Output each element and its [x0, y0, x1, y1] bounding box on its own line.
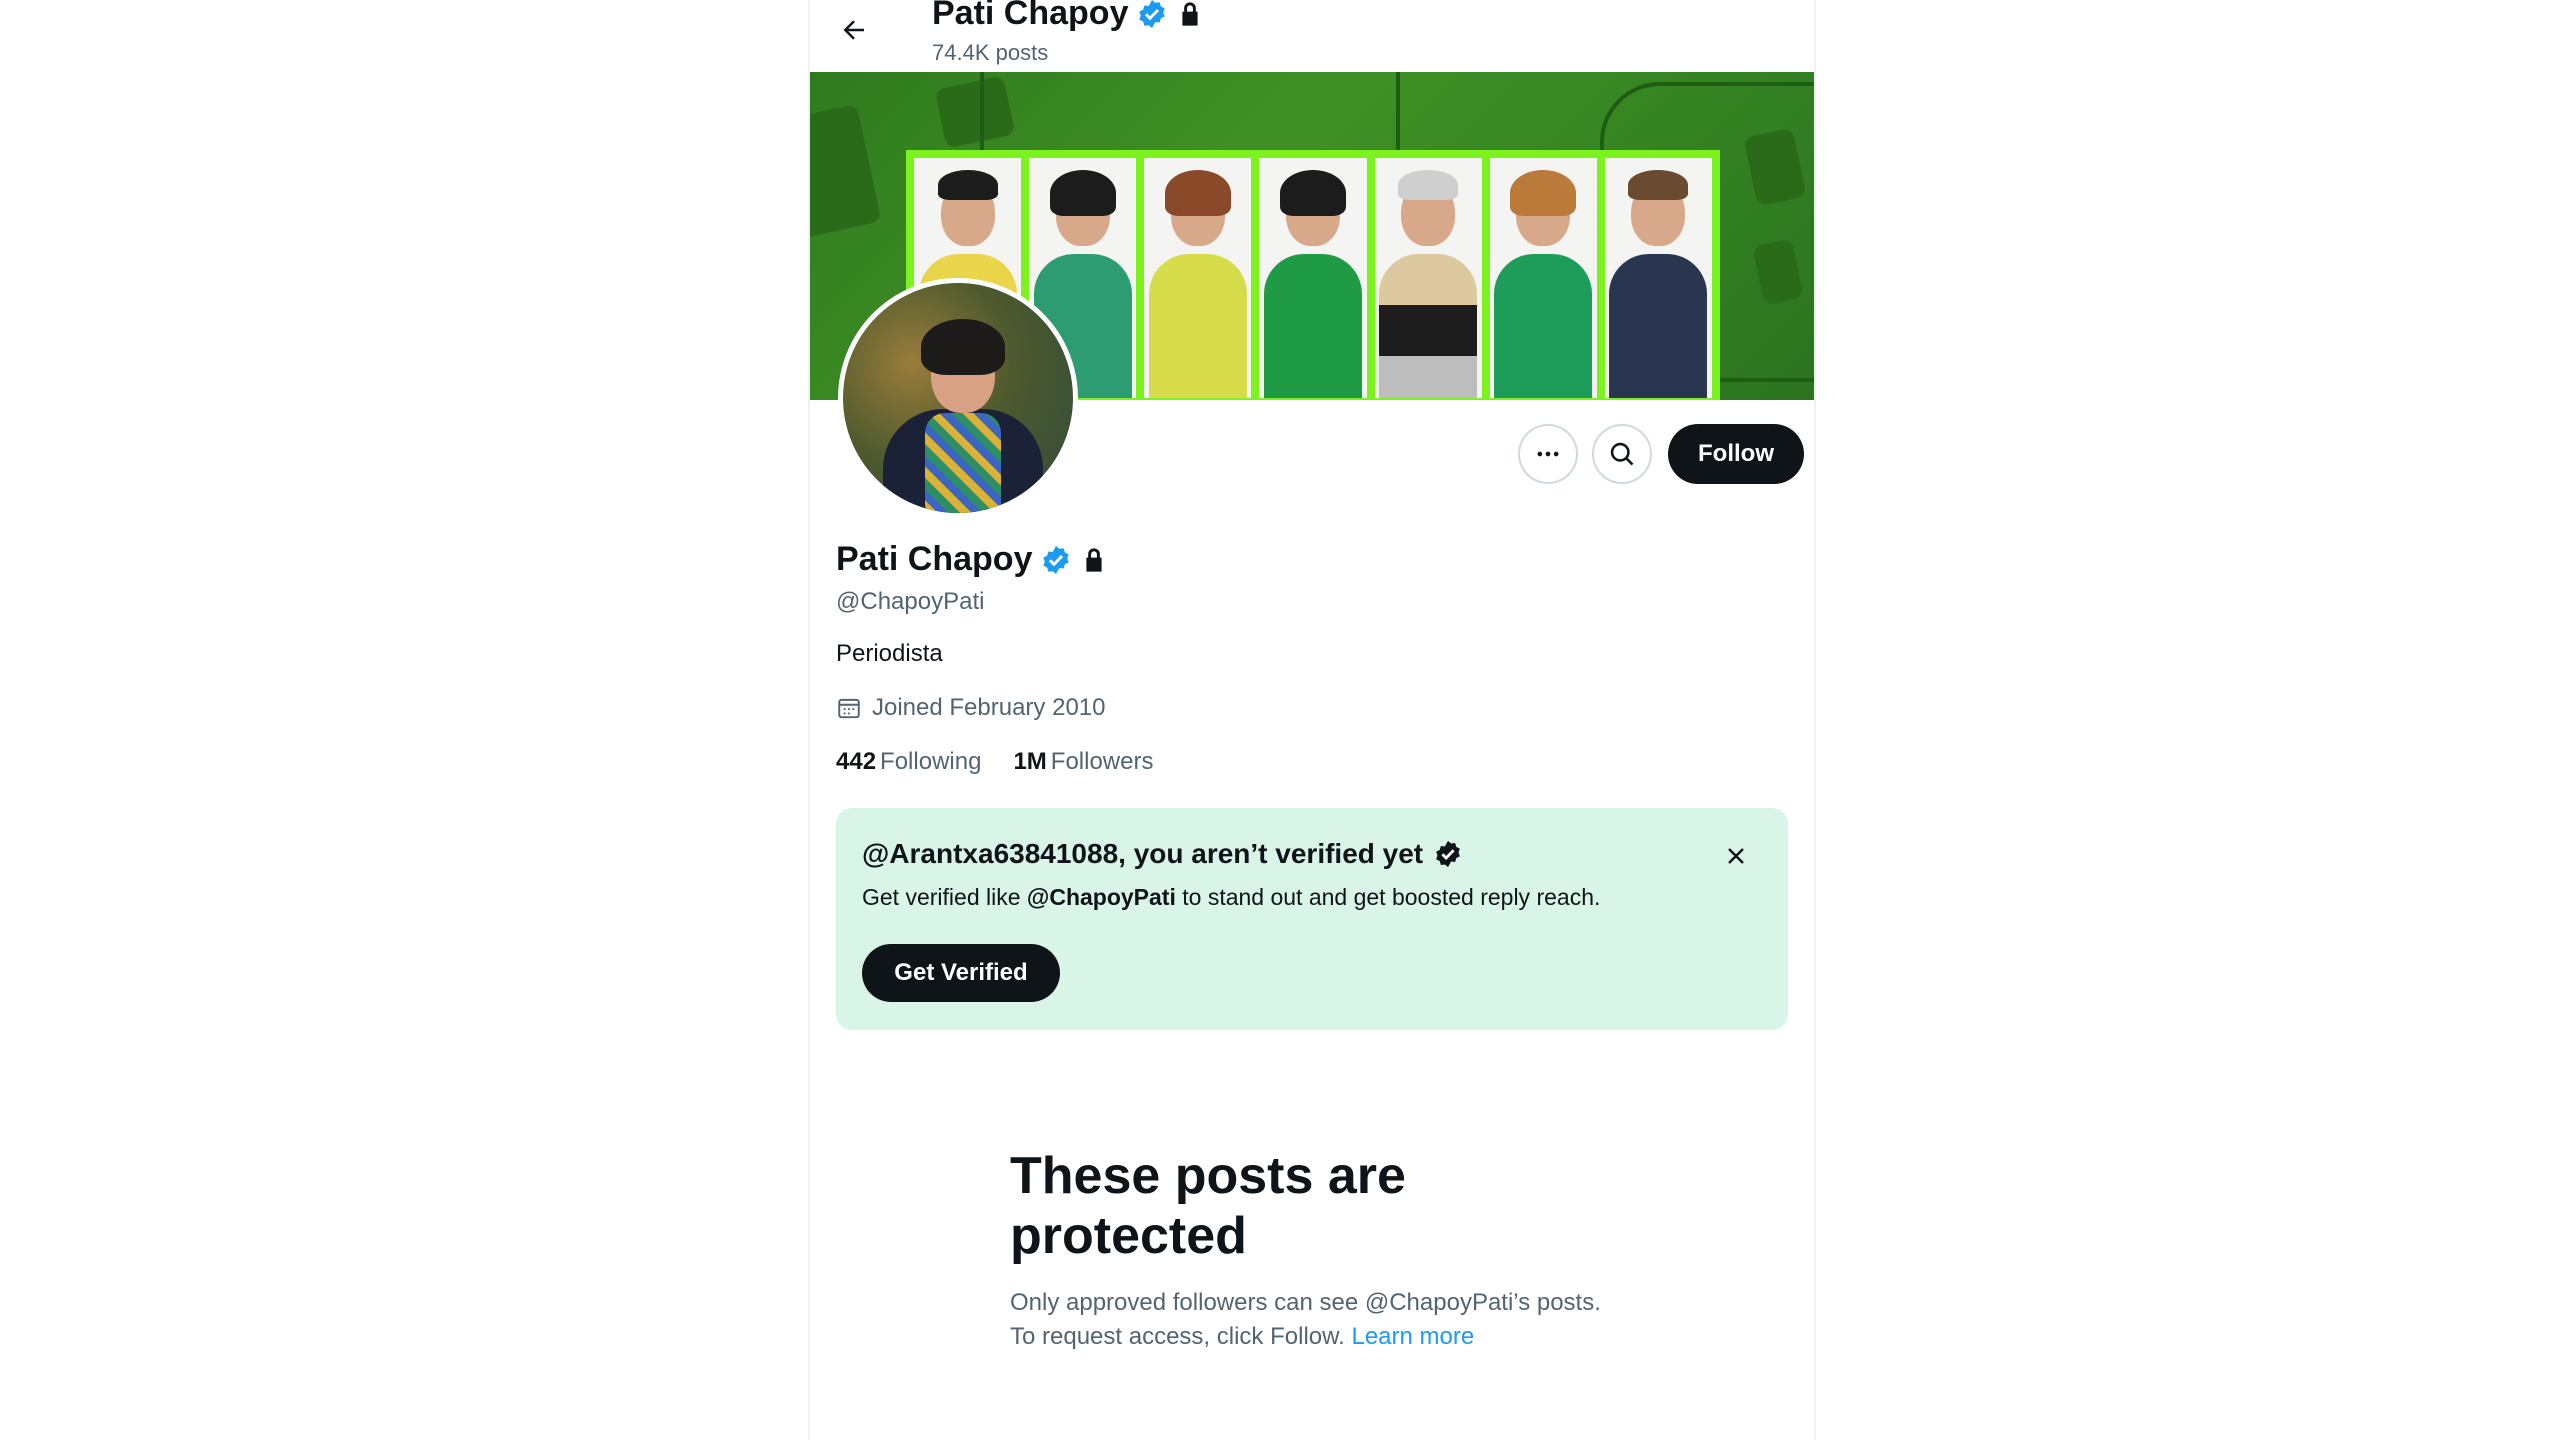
- calendar-icon: [838, 698, 860, 719]
- more-icon: [1537, 451, 1559, 457]
- close-icon: [1728, 848, 1744, 864]
- more-options-button[interactable]: [1518, 424, 1578, 484]
- learn-more-link[interactable]: Learn more: [1351, 1323, 1474, 1350]
- protected-text: Only approved followers can see @ChapoyP…: [1010, 1289, 1601, 1350]
- verify-title-row: @Arantxa63841088, you aren’t verified ye…: [862, 838, 1463, 870]
- profile-bio: Periodista: [836, 640, 943, 667]
- verify-desc-prefix: Get verified like: [862, 884, 1027, 910]
- search-posts-button[interactable]: [1592, 424, 1652, 484]
- lock-icon: [1182, 1, 1199, 26]
- following-link[interactable]: 442 Following: [836, 748, 981, 776]
- following-label: Following: [880, 748, 982, 775]
- verified-check-icon: [1436, 840, 1461, 868]
- banner-person-photo: [1259, 158, 1367, 398]
- verify-title: @Arantxa63841088, you aren’t verified ye…: [862, 838, 1424, 869]
- verified-badge-icon: [1139, 0, 1166, 28]
- joined-date: Joined February 2010: [872, 694, 1106, 721]
- close-verify-button[interactable]: [1718, 838, 1754, 874]
- followers-link[interactable]: 1M Followers: [1013, 748, 1153, 776]
- verify-desc-handle: @ChapoyPati: [1026, 884, 1176, 910]
- header-title-row: Pati Chapoy: [932, 0, 1204, 33]
- profile-name-row: Pati Chapoy: [836, 540, 1108, 579]
- profile-handle: @ChapoyPati: [836, 588, 985, 615]
- follow-button[interactable]: Follow: [1668, 424, 1804, 484]
- get-verified-button[interactable]: Get Verified: [862, 944, 1060, 1002]
- header-posts-count: 74.4K posts: [932, 40, 1049, 65]
- back-button[interactable]: [832, 8, 876, 52]
- banner-person-photo: [1604, 158, 1712, 398]
- profile-column: Pati Chapoy 74.4K posts Follow Pati Chap…: [808, 0, 1816, 1440]
- banner-person-photo: [1489, 158, 1597, 398]
- lock-icon: [1086, 547, 1103, 572]
- header-name: Pati Chapoy: [932, 0, 1129, 32]
- banner-shape: [810, 103, 882, 241]
- profile-joined: Joined February 2010: [836, 694, 1105, 722]
- profile-header: Pati Chapoy 74.4K posts: [810, 0, 1814, 72]
- protected-description: Only approved followers can see @ChapoyP…: [1010, 1286, 1610, 1354]
- verify-desc-suffix: to stand out and get boosted reply reach…: [1175, 884, 1601, 910]
- search-icon: [1610, 442, 1634, 466]
- protected-title: These posts are protected: [1010, 1147, 1406, 1265]
- back-arrow-icon: [843, 20, 864, 40]
- followers-count: 1M: [1013, 748, 1047, 775]
- verify-description: Get verified like @ChapoyPati to stand o…: [862, 884, 1600, 911]
- verified-badge-icon[interactable]: [1040, 544, 1072, 576]
- following-count: 442: [836, 748, 877, 775]
- profile-stats: 442 Following 1M Followers: [836, 748, 1153, 776]
- banner-person-photo: [1374, 158, 1482, 398]
- verify-prompt-card: @Arantxa63841088, you aren’t verified ye…: [836, 808, 1788, 1030]
- followers-label: Followers: [1050, 748, 1154, 775]
- profile-avatar[interactable]: [838, 278, 1078, 518]
- banner-person-photo: [1144, 158, 1252, 398]
- profile-name: Pati Chapoy: [836, 540, 1033, 578]
